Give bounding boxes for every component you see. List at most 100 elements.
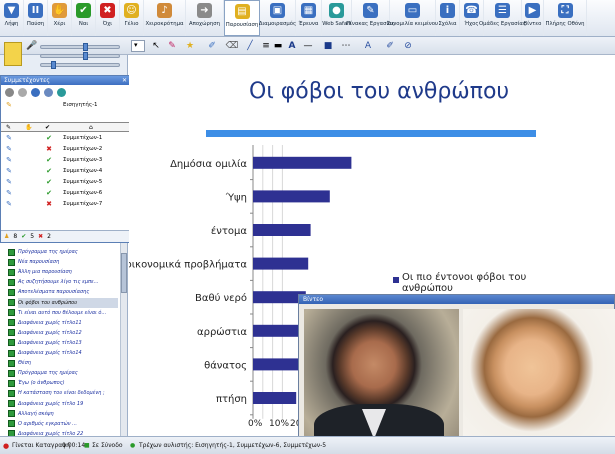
remove-icon[interactable] (31, 87, 40, 97)
slide-list-item[interactable]: Η κατάσταση του είναι δεδομένη ; (18, 388, 105, 398)
yes-count: 5 (30, 233, 35, 240)
microphone-icon[interactable]: 🎤 (26, 41, 37, 53)
slide-thumbnail-icon (8, 379, 15, 387)
bar (253, 257, 309, 270)
slide-list-item[interactable]: Αλλαγή σκέψη (18, 409, 54, 419)
participant-row[interactable]: ✎ ✖ Συμμετέχων-2 (1, 143, 129, 154)
toolbar-button-14[interactable]: i Σχόλια (436, 0, 460, 36)
check-icon: ✔ (46, 188, 52, 197)
toolbar-button-11[interactable]: ● Web Safari (322, 0, 352, 36)
toolbar-button-3[interactable]: ✔ Ναι (72, 0, 96, 36)
slide-list-item[interactable]: Διαφάνεια χωρίς τίτλο11 (18, 318, 82, 328)
toolbar-button-10[interactable]: ▦ Έρευνα (296, 0, 322, 36)
line-style-icon[interactable]: ≡ (260, 40, 272, 52)
slide-list-item[interactable]: Πρόγραμμα της ημέρας (18, 247, 78, 257)
mute-icon[interactable] (5, 87, 14, 97)
legend-label: Οι πιο έντονοι φόβοι του ανθρώπου (402, 272, 527, 294)
toolbar-button-2[interactable]: ✋ Χέρι (48, 0, 72, 36)
pen-tool-icon[interactable]: ✐ (206, 40, 218, 52)
toolbar-button-5[interactable]: ☺ Γέλιο (120, 0, 144, 36)
clear-icon[interactable]: ⊘ (402, 40, 414, 52)
participant-row[interactable]: ✎ ✔ Συμμετέχων-3 (1, 154, 129, 165)
presentation-icon: ▤ (234, 4, 250, 19)
toolbar-button-17[interactable]: ▶ Βίντεο (522, 0, 544, 36)
participant-row[interactable]: ✎ ✔ Συμμετέχων-1 (1, 132, 129, 143)
clear-status-icon[interactable] (57, 87, 66, 97)
participant-name: Συμμετέχων-5 (63, 178, 103, 185)
forbid-icon[interactable] (44, 87, 53, 97)
exit-icon: ➜ (197, 3, 212, 18)
participant-row[interactable]: ✎ ✔ Συμμετέχων-4 (1, 165, 129, 176)
slide-list-item[interactable]: Διαφάνεια χωρίς τίτλο12 (18, 328, 82, 338)
slide-list-item[interactable]: Αποτελέσματα παρουσίασης (18, 287, 89, 297)
toolbar-button-0[interactable]: ▼ Λήψη (0, 0, 24, 36)
speaker-volume-slider[interactable] (40, 43, 120, 51)
slide-list-item[interactable]: Ο αριθμός εγκρατών ... (18, 419, 77, 429)
slide-list-item[interactable]: Οι φόβοι του ανθρώπου (18, 297, 118, 308)
line-type-icon[interactable]: — (302, 40, 314, 52)
toolbar-button-16[interactable]: ☰ Ομάδες Εργασίας (479, 0, 526, 36)
check-icon: ✔ (46, 177, 52, 186)
audio-controls: 🎤 (0, 41, 128, 75)
line-width-icon[interactable]: ▬ (272, 40, 284, 52)
chat-icon: ▭ (405, 3, 420, 18)
select-erase-icon[interactable]: ✐ (384, 40, 396, 52)
slide-list-item[interactable]: Τι είναι αυτό που θέλουμε είναι ό... (18, 308, 106, 318)
toolbar-button-4[interactable]: ✖ Όχι (96, 0, 120, 36)
toolbar-button-15[interactable]: ☎ Ήχος (460, 0, 484, 36)
yes-icon: ✔ (21, 233, 27, 240)
presenter-row[interactable]: ✎ Εισηγητής-1 (1, 99, 129, 111)
pencil-icon: ✎ (6, 101, 12, 109)
text-tool-icon[interactable]: A (286, 40, 298, 52)
microphone-volume-slider[interactable] (40, 52, 120, 60)
slide-list-item[interactable]: Έγω (ο άνθρωπος) (18, 378, 65, 388)
slide-list-item[interactable]: Διαφάνεια χωρίς τίτλο14 (18, 348, 82, 358)
eraser-tool-icon[interactable]: ⌫ (226, 40, 239, 52)
audio-balance-slider[interactable] (40, 61, 120, 69)
category-label: πτήση (216, 393, 247, 405)
line-tool-icon[interactable]: ╱ (244, 40, 256, 52)
toolbar-button-18[interactable]: ⛶ Πλήρης Οθόνη (544, 0, 587, 36)
video-window: Βίντεο (298, 294, 615, 454)
toolbar-button-8[interactable]: ▤ Παρουσίαση (224, 0, 260, 36)
slide-list-item[interactable]: Θέση (18, 358, 31, 368)
bar (253, 392, 297, 404)
pencil-icon: ✎ (6, 155, 12, 164)
dash-style-icon[interactable]: ⋯ (340, 40, 352, 52)
toolbar-button-label: Γέλιο (124, 21, 139, 27)
slide-list-scrollbar[interactable] (120, 243, 127, 436)
slide-list-item[interactable]: Διαφάνεια χωρίς τίτλο 22 (18, 429, 83, 436)
slide-list-item[interactable]: Ας συζητήσουμε λίγο τις εμπε... (18, 277, 99, 287)
zoom-select[interactable]: ▾ (131, 40, 145, 52)
video-feed-presenter (304, 309, 459, 454)
font-size-icon[interactable]: A (362, 40, 374, 52)
fill-color-icon[interactable]: ■ (322, 40, 334, 52)
slide-list-item[interactable]: Πρόγραμμα της ημέρας (18, 368, 78, 378)
slide-thumbnail-icon (8, 410, 15, 418)
toolbar-button-1[interactable]: II Παύση (24, 0, 48, 36)
presenter-name: Εισηγητής-1 (63, 102, 98, 108)
toolbar-button-9[interactable]: ▣ Διαμοιρασμός (259, 0, 296, 36)
cross-icon: ✖ (46, 144, 52, 153)
participant-row[interactable]: ✎ ✔ Συμμετέχων-6 (1, 187, 129, 198)
slide-list-item[interactable]: Νέα παρουσίαση (18, 257, 59, 267)
toolbar-button-13[interactable]: ▭ Συνομιλία κειμένου (387, 0, 438, 36)
slide-list-item[interactable]: Διαφάνεια χωρίς τίτλο13 (18, 338, 82, 348)
recording-icon: ● (3, 442, 10, 450)
star-tool-icon[interactable]: ★ (184, 40, 196, 52)
slide-list-item[interactable]: Άλλη μια παρουσίαση (18, 267, 72, 277)
toolbar-button-12[interactable]: ✎ Πίνακας Εργασίας (346, 0, 395, 36)
microphone-off-icon[interactable] (18, 87, 27, 97)
toolbar-button-7[interactable]: ➜ Αποχώρηση (186, 0, 224, 36)
legend-swatch (393, 277, 399, 283)
toolbar-button-6[interactable]: ♪ Χειροκρότημα (144, 0, 186, 36)
participants-panel-header: Συμμετέχοντες ✕ (1, 76, 129, 85)
slide-list-item[interactable]: Διαφάνεια χωρίς τίτλο 19 (18, 399, 83, 409)
participant-row[interactable]: ✎ ✖ Συμμετέχων-7 (1, 198, 129, 209)
participant-row[interactable]: ✎ ✔ Συμμετέχων-5 (1, 176, 129, 187)
highlighter-tool-icon[interactable]: ✎ (166, 40, 178, 52)
pointer-tool-icon[interactable]: ↖ (150, 40, 162, 52)
close-icon[interactable]: ✕ (122, 76, 127, 85)
speaker-icon[interactable] (4, 42, 22, 66)
no-count: 2 (47, 233, 51, 240)
